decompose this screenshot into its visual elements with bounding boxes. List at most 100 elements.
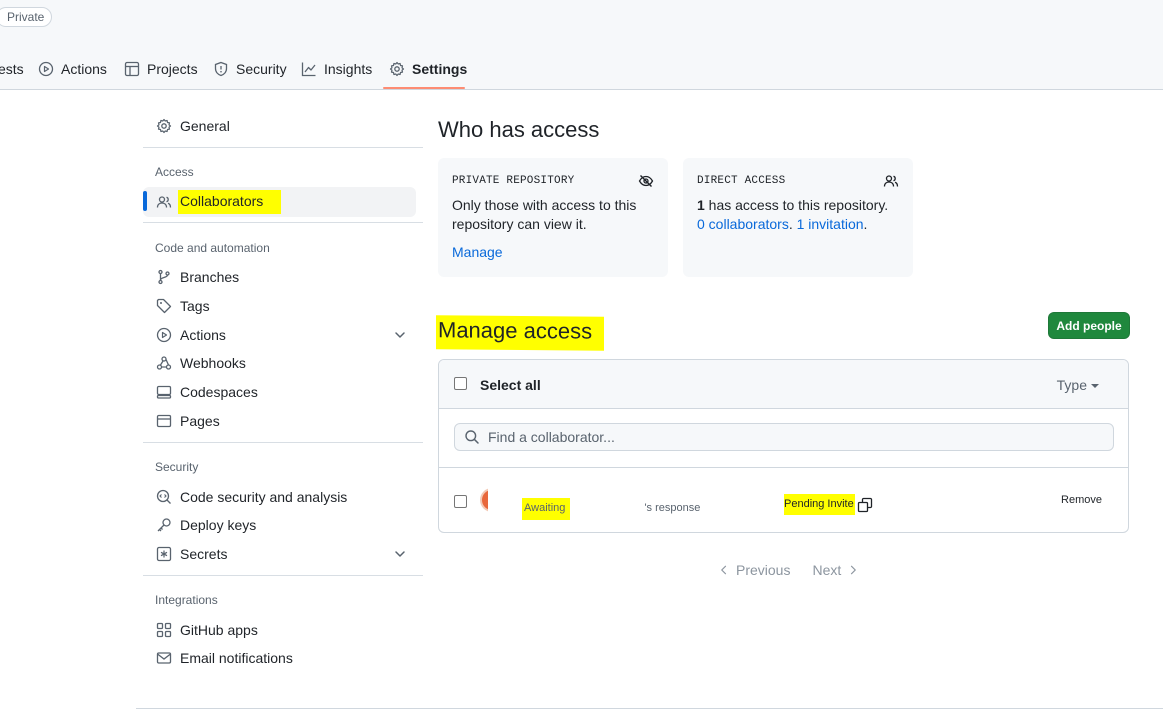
codespaces-icon xyxy=(156,385,172,399)
card-description: Only those with access to this repositor… xyxy=(452,197,637,232)
access-count: 1 xyxy=(697,197,705,213)
tab-settings[interactable]: Settings xyxy=(389,48,467,90)
sidebar-item-label: Collaborators xyxy=(178,190,282,214)
invitation-link[interactable]: 1 invitation xyxy=(797,216,864,232)
apps-icon xyxy=(156,622,172,638)
gear-icon xyxy=(156,118,172,134)
active-tab-underline xyxy=(383,87,465,89)
search-row xyxy=(439,409,1128,468)
tab-projects[interactable]: Projects xyxy=(124,48,198,90)
pending-invite: Pending Invite xyxy=(784,494,873,515)
row-checkbox[interactable] xyxy=(454,495,467,508)
chevron-left-icon xyxy=(721,565,727,575)
direct-access-card: DIRECT ACCESS 1 has access to this repos… xyxy=(683,158,913,277)
chevron-down-icon[interactable] xyxy=(392,327,408,343)
status-suffix: 's response xyxy=(644,502,701,514)
tag-icon xyxy=(156,298,172,314)
people-icon xyxy=(156,196,172,208)
repo-header: Private ests Actions Projects Security I… xyxy=(0,0,1163,90)
table-row: Awaiting 's response Pending Invite Remo… xyxy=(439,468,1128,532)
sidebar-item-actions[interactable]: Actions xyxy=(143,320,416,350)
sidebar-item-label: Deploy keys xyxy=(180,517,257,533)
sidebar-item-email-notifications[interactable]: Email notifications xyxy=(143,643,416,673)
key-icon xyxy=(157,518,171,532)
sidebar-item-branches[interactable]: Branches xyxy=(143,262,416,292)
sidebar-heading-code-automation: Code and automation xyxy=(155,241,270,255)
people-icon xyxy=(883,175,899,187)
tab-settings-label: Settings xyxy=(412,61,468,77)
gear-icon xyxy=(389,61,405,77)
next-label: Next xyxy=(812,562,842,578)
search-box xyxy=(454,423,1114,451)
tab-actions-label: Actions xyxy=(61,61,107,77)
previous-label: Previous xyxy=(736,562,791,578)
sidebar-item-general[interactable]: General xyxy=(143,111,416,141)
add-people-button[interactable]: Add people xyxy=(1048,312,1130,339)
pending-invite-label: Pending Invite xyxy=(784,494,855,515)
chevron-down-icon[interactable] xyxy=(392,546,408,562)
sidebar-item-webhooks[interactable]: Webhooks xyxy=(143,348,416,378)
access-text: has access to this repository. xyxy=(704,197,889,213)
select-all-label: Select all xyxy=(480,377,541,393)
sidebar-item-label: Email notifications xyxy=(180,650,293,666)
webhook-icon xyxy=(156,356,172,370)
sidebar-item-deploy-keys[interactable]: Deploy keys xyxy=(143,510,416,540)
type-filter-dropdown[interactable]: Type xyxy=(1057,377,1099,393)
card-description: 1 has access to this repository. 0 colla… xyxy=(697,196,897,234)
tab-insights[interactable]: Insights xyxy=(301,48,372,90)
sidebar-item-collaborators[interactable]: Collaborators xyxy=(143,187,416,217)
sidebar-item-codespaces[interactable]: Codespaces xyxy=(143,377,416,407)
tab-projects-label: Projects xyxy=(147,61,198,77)
sidebar-item-label: Actions xyxy=(180,327,226,343)
sidebar-divider xyxy=(143,442,423,443)
selected-indicator xyxy=(143,191,147,211)
sidebar-item-label: Branches xyxy=(180,269,240,285)
sidebar-item-label: Secrets xyxy=(180,546,228,562)
search-icon xyxy=(465,430,479,444)
chevron-right-icon xyxy=(851,565,857,575)
status-prefix: Awaiting xyxy=(522,498,571,520)
tab-actions[interactable]: Actions xyxy=(38,48,107,90)
tab-security[interactable]: Security xyxy=(213,48,287,90)
sidebar-item-label: Pages xyxy=(180,413,220,429)
end-text: . xyxy=(863,216,868,232)
sidebar-item-tags[interactable]: Tags xyxy=(143,291,416,321)
remove-button[interactable]: Remove xyxy=(1061,494,1102,506)
sidebar-item-label: Webhooks xyxy=(180,355,246,371)
sidebar-heading-security: Security xyxy=(155,460,199,474)
list-header: Select all Type xyxy=(439,360,1128,409)
separator-text: . xyxy=(788,216,797,232)
search-input[interactable] xyxy=(488,429,1088,445)
type-filter-label: Type xyxy=(1056,377,1087,393)
sidebar-item-label: Tags xyxy=(180,298,210,314)
sidebar-item-label: GitHub apps xyxy=(180,622,258,638)
manage-link[interactable]: Manage xyxy=(452,244,503,260)
card-title: PRIVATE REPOSITORY xyxy=(452,175,575,187)
sidebar-heading-integrations: Integrations xyxy=(155,593,218,607)
sidebar-heading-access: Access xyxy=(155,165,194,179)
footer-divider xyxy=(136,708,1163,709)
sidebar-item-label: Code security and analysis xyxy=(180,489,348,505)
visibility-badge: Private xyxy=(0,7,53,27)
previous-button[interactable]: Previous xyxy=(718,562,790,578)
play-icon xyxy=(156,327,172,343)
sidebar-item-label: General xyxy=(180,118,230,134)
sidebar-item-code-security[interactable]: Code security and analysis xyxy=(143,482,416,512)
sidebar-item-pages[interactable]: Pages xyxy=(143,406,416,436)
collaborators-link[interactable]: 0 collaborators xyxy=(697,216,789,232)
sidebar-item-github-apps[interactable]: GitHub apps xyxy=(143,615,416,645)
pagination: Previous Next xyxy=(718,562,859,578)
next-button[interactable]: Next xyxy=(812,562,859,578)
tab-pull-requests[interactable]: ests xyxy=(0,48,24,90)
select-all-checkbox[interactable] xyxy=(454,377,467,390)
sidebar-item-secrets[interactable]: Secrets xyxy=(143,539,416,569)
tab-insights-label: Insights xyxy=(324,61,373,77)
page-title: Who has access xyxy=(438,117,600,142)
caret-down-icon xyxy=(1091,384,1099,389)
tab-security-label: Security xyxy=(236,61,287,77)
copy-icon[interactable] xyxy=(857,497,873,513)
tab-pull-requests-label: ests xyxy=(0,61,24,77)
sidebar-item-label: Codespaces xyxy=(180,384,258,400)
sidebar-divider xyxy=(143,575,423,576)
sidebar-divider xyxy=(143,222,423,223)
